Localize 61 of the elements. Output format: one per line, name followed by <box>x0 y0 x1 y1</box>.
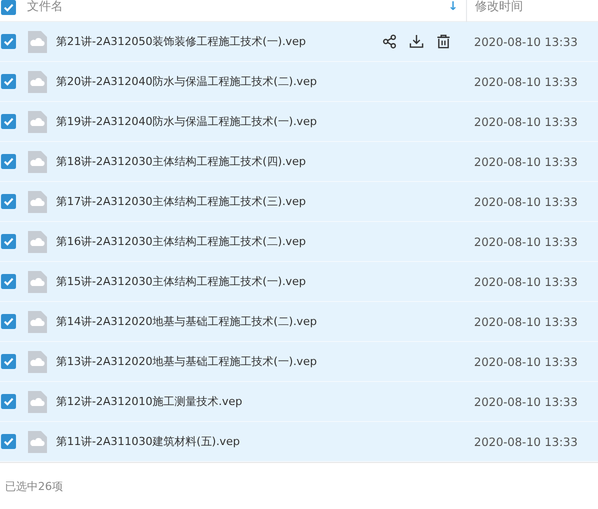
selection-count: 已选中26项 <box>5 478 63 494</box>
file-icon <box>27 310 47 332</box>
file-icon <box>27 190 47 212</box>
column-header[interactable]: 文件名 <box>27 0 448 13</box>
share-icon[interactable] <box>382 34 397 49</box>
modified-date: 2020-08-10 13:33 <box>474 154 579 168</box>
checkbox[interactable] <box>1 114 16 129</box>
modified-date: 2020-08-10 13:33 <box>474 114 579 128</box>
file-icon <box>27 230 47 252</box>
select-all-checkbox[interactable] <box>1 0 16 15</box>
modified-date: 2020-08-10 13:33 <box>474 434 579 448</box>
file-name: 第15讲-2A312030主体结构工程施工技术(一).vep <box>56 274 307 289</box>
modified-date: 2020-08-10 13:33 <box>474 74 579 88</box>
file-name: 第16讲-2A312030主体结构工程施工技术(二).vep <box>56 234 307 249</box>
modified-date: 2020-08-10 13:33 <box>474 354 579 368</box>
file-icon <box>27 350 47 372</box>
file-row[interactable]: 第18讲-2A312030主体结构工程施工技术(四).vep 2020-08-10 13:33 <box>0 142 598 182</box>
modified-date: 2020-08-10 13:33 <box>474 394 579 408</box>
file-name: 第12讲-2A312010施工测量技术.vep <box>56 394 244 409</box>
file-row[interactable]: 第15讲-2A312030主体结构工程施工技术(一).vep 2020-08-10 13:33 <box>0 262 598 302</box>
modified-date: 2020-08-10 13:33 <box>474 274 579 288</box>
file-icon <box>27 430 47 452</box>
checkbox[interactable] <box>1 194 16 209</box>
delete-icon[interactable] <box>436 34 451 49</box>
file-icon <box>27 30 47 52</box>
file-icon <box>27 150 47 172</box>
file-name: 第20讲-2A312040防水与保温工程施工技术(二).vep <box>56 74 318 89</box>
checkbox[interactable] <box>1 234 16 249</box>
file-row[interactable]: 第12讲-2A312010施工测量技术.vep 2020-08-10 13:33 <box>0 382 598 422</box>
checkbox[interactable] <box>1 314 16 329</box>
file-row[interactable]: 第17讲-2A312030主体结构工程施工技术(三).vep 2020-08-10 13:33 <box>0 182 598 222</box>
checkbox[interactable] <box>1 74 16 89</box>
modified-date: 2020-08-10 13:33 <box>474 194 579 208</box>
file-name: 第11讲-2A311030建筑材料(五).vep <box>56 434 241 449</box>
checkbox[interactable] <box>1 394 16 409</box>
file-row[interactable]: 第11讲-2A311030建筑材料(五).vep 2020-08-10 13:33 <box>0 422 598 462</box>
modified-date: 2020-08-10 13:33 <box>474 34 579 48</box>
file-icon <box>27 390 47 412</box>
file-icon <box>27 110 47 132</box>
file-name: 第17讲-2A312030主体结构工程施工技术(三).vep <box>56 194 307 209</box>
file-name: 第21讲-2A312050装饰装修工程施工技术(一).vep <box>56 34 307 49</box>
checkbox[interactable] <box>1 354 16 369</box>
file-name: 第13讲-2A312020地基与基础工程施工技术(一).vep <box>56 354 318 369</box>
modified-date: 2020-08-10 13:33 <box>474 314 579 328</box>
file-icon <box>27 70 47 92</box>
file-icon <box>27 270 47 292</box>
download-icon[interactable] <box>409 34 424 49</box>
file-row[interactable]: 第20讲-2A312040防水与保温工程施工技术(二).vep 2020-08-10 13:33 <box>0 62 598 102</box>
checkbox[interactable] <box>1 154 16 169</box>
file-row[interactable]: 第16讲-2A312030主体结构工程施工技术(二).vep 2020-08-10 13:33 <box>0 222 598 262</box>
file-row[interactable]: 第14讲-2A312020地基与基础工程施工技术(二).vep 2020-08-10 13:33 <box>0 302 598 342</box>
file-row[interactable]: 第21讲-2A312050装饰装修工程施工技术(一).vep 2020-08-10 13:33 <box>0 22 598 62</box>
file-row[interactable]: 第19讲-2A312040防水与保温工程施工技术(一).vep 2020-08-10 13:33 <box>0 102 598 142</box>
file-name: 第14讲-2A312020地基与基础工程施工技术(二).vep <box>56 314 318 329</box>
file-row[interactable]: 第13讲-2A312020地基与基础工程施工技术(一).vep 2020-08-10 13:33 <box>0 342 598 382</box>
file-name: 第18讲-2A312030主体结构工程施工技术(四).vep <box>56 154 307 169</box>
checkbox[interactable] <box>1 434 16 449</box>
file-name: 第19讲-2A312040防水与保温工程施工技术(一).vep <box>56 114 318 129</box>
modified-date: 2020-08-10 13:33 <box>474 234 579 248</box>
checkbox[interactable] <box>1 274 16 289</box>
checkbox[interactable] <box>1 34 16 49</box>
